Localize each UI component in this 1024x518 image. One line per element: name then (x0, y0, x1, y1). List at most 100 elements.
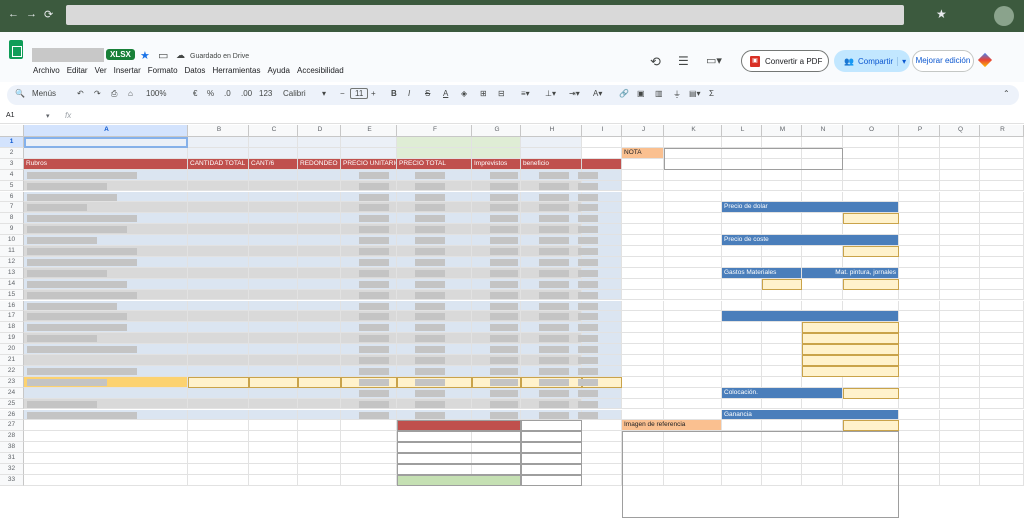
borders-icon[interactable]: ⊞ (480, 89, 487, 98)
grid-cell[interactable] (762, 213, 802, 225)
table-cell[interactable] (249, 246, 298, 257)
shaded-cell[interactable] (521, 147, 582, 159)
grid-cell[interactable] (582, 147, 622, 159)
grid-cell[interactable] (980, 431, 1024, 443)
link-icon[interactable]: 🔗 (619, 89, 629, 98)
grid-cell[interactable] (722, 224, 762, 236)
shaded-cell[interactable] (249, 147, 298, 159)
row-header-11[interactable]: 11 (0, 246, 24, 257)
table-cell[interactable] (249, 267, 298, 279)
grid-cell[interactable] (24, 442, 188, 454)
grid-cell[interactable] (249, 442, 298, 454)
gastos-materiales-value[interactable] (762, 278, 802, 290)
grid-cell[interactable] (664, 376, 722, 388)
menu-ver[interactable]: Ver (95, 66, 107, 75)
bookmark-star-icon[interactable]: ★ (936, 7, 947, 21)
text-wrap-icon[interactable]: ⇥▾ (569, 89, 580, 98)
table-cell[interactable] (188, 333, 249, 345)
table-cell[interactable] (188, 246, 249, 257)
grid-cell[interactable] (940, 333, 980, 345)
forward-icon[interactable]: → (26, 8, 37, 20)
increase-decimal-button[interactable]: .00 (241, 89, 252, 98)
grid-cell[interactable] (341, 464, 397, 475)
column-header-k[interactable]: K (664, 125, 722, 137)
table-cell[interactable] (249, 322, 298, 334)
grid-cell[interactable] (722, 180, 762, 192)
decrease-decimal-button[interactable]: .0 (224, 89, 231, 98)
improve-editing-button[interactable]: Mejorar edición (912, 50, 974, 72)
shaded-cell[interactable] (472, 137, 521, 148)
grid-cell[interactable] (664, 256, 722, 268)
grid-cell[interactable] (341, 442, 397, 454)
grid-cell[interactable] (899, 420, 940, 432)
grid-cell[interactable] (622, 267, 664, 279)
filter-views-icon[interactable]: ▤▾ (689, 89, 701, 98)
row-header-15[interactable]: 15 (0, 289, 24, 301)
grid-cell[interactable] (940, 474, 980, 486)
grid-cell[interactable] (899, 137, 940, 148)
grid-cell[interactable] (940, 158, 980, 170)
grid-cell[interactable] (622, 300, 664, 312)
grid-cell[interactable] (622, 278, 664, 290)
row-header-32[interactable]: 32 (0, 464, 24, 475)
table-cell[interactable] (249, 256, 298, 268)
table-cell[interactable] (249, 344, 298, 355)
table-cell[interactable] (298, 311, 341, 323)
percent-button[interactable]: % (207, 89, 214, 98)
table-cell[interactable] (24, 355, 188, 366)
grid-cell[interactable] (940, 267, 980, 279)
bold-button[interactable]: B (391, 89, 397, 98)
grid-cell[interactable] (762, 365, 802, 377)
grid-cell[interactable] (899, 398, 940, 410)
grid-cell[interactable] (980, 224, 1024, 236)
grid-cell[interactable] (622, 137, 664, 148)
table-cell[interactable] (298, 409, 341, 421)
grid-cell[interactable] (940, 202, 980, 214)
currency-button[interactable]: € (193, 89, 197, 98)
grid-cell[interactable] (622, 376, 664, 388)
grid-cell[interactable] (188, 464, 249, 475)
table-cell[interactable] (298, 191, 341, 203)
row-header-8[interactable]: 8 (0, 213, 24, 225)
spreadsheet-grid[interactable]: A B C D E F G H I J K L M N O P Q R 1 2 3 4 5 6 7 8 9 10 11 12 13 14 15 1… (0, 125, 1024, 518)
shaded-cell[interactable] (249, 137, 298, 148)
grid-cell[interactable] (622, 191, 664, 203)
table-cell[interactable] (188, 344, 249, 355)
grid-cell[interactable] (899, 333, 940, 345)
grid-cell[interactable] (843, 224, 899, 236)
grid-cell[interactable] (762, 191, 802, 203)
grid-cell[interactable] (980, 365, 1024, 377)
grid-cell[interactable] (940, 300, 980, 312)
grid-cell[interactable] (899, 365, 940, 377)
table-cell[interactable] (249, 213, 298, 225)
grid-cell[interactable] (899, 474, 940, 486)
grid-cell[interactable] (802, 420, 843, 432)
grid-cell[interactable] (980, 409, 1024, 421)
grid-cell[interactable] (843, 256, 899, 268)
grid-cell[interactable] (980, 180, 1024, 192)
table-cell[interactable] (188, 322, 249, 334)
grid-cell[interactable] (940, 180, 980, 192)
fill-color-icon[interactable]: ◈ (461, 89, 467, 98)
grid-cell[interactable] (980, 267, 1024, 279)
table-cell[interactable] (188, 365, 249, 377)
table-cell[interactable] (298, 333, 341, 345)
table-cell[interactable] (249, 387, 298, 399)
grid-cell[interactable] (940, 453, 980, 464)
comments-icon[interactable]: ☰ (678, 54, 689, 68)
grid-cell[interactable] (980, 474, 1024, 486)
grid-cell[interactable] (722, 398, 762, 410)
row-header-14[interactable]: 14 (0, 278, 24, 290)
grid-cell[interactable] (24, 420, 188, 432)
grid-cell[interactable] (940, 344, 980, 355)
vertical-align-icon[interactable]: ⊥▾ (545, 89, 556, 98)
more-formats-button[interactable]: 123 (259, 89, 272, 98)
row-header-28[interactable]: 28 (0, 431, 24, 443)
grid-cell[interactable] (899, 169, 940, 181)
grid-cell[interactable] (940, 278, 980, 290)
merge-cells-icon[interactable]: ⊟ (498, 89, 505, 98)
collapse-toolbar-icon[interactable]: ⌃ (1003, 89, 1010, 98)
grid-cell[interactable] (899, 322, 940, 334)
colocacion-value[interactable] (843, 387, 899, 399)
grid-cell[interactable] (622, 344, 664, 355)
